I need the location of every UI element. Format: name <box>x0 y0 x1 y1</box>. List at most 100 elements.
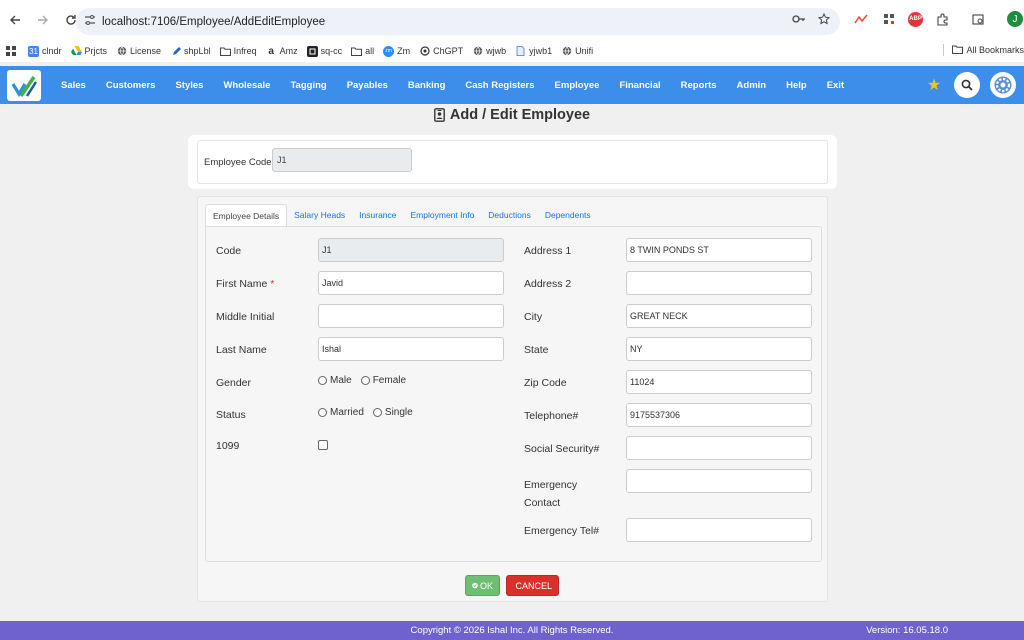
menu-financial[interactable]: Financial <box>619 80 660 91</box>
bookmark-all[interactable]: all <box>351 46 374 57</box>
bookmark-unifi[interactable]: Unifi <box>561 46 593 57</box>
site-info-icon[interactable] <box>84 14 96 29</box>
status-married-radio[interactable] <box>318 408 327 417</box>
main-menu: Sales Customers Styles Wholesale Tagging… <box>61 66 864 104</box>
last-name-input[interactable]: Ishal <box>318 337 504 361</box>
back-button[interactable] <box>2 7 28 33</box>
bookmark-chgpt[interactable]: ChGPT <box>419 46 463 57</box>
bookmark-amz[interactable]: a Amz <box>266 45 297 57</box>
emergency-tel-input[interactable] <box>626 518 812 542</box>
favorites-star-icon[interactable]: ★ <box>924 75 944 95</box>
gender-male-label: Male <box>330 375 352 386</box>
middle-initial-input[interactable] <box>318 304 504 328</box>
gender-female-radio[interactable] <box>360 376 370 385</box>
bookmark-shplbl[interactable]: shpLbl <box>170 46 211 57</box>
bookmark-sq-cc[interactable]: sq-cc <box>306 45 342 57</box>
extension-qr-icon[interactable] <box>880 10 898 28</box>
folder-icon <box>219 46 231 57</box>
menu-wholesale[interactable]: Wholesale <box>223 80 270 91</box>
gender-male-radio[interactable] <box>318 376 327 385</box>
forward-button[interactable] <box>30 7 56 33</box>
footer: Copyright © 2026 Ishal Inc. All Rights R… <box>0 621 1024 640</box>
zip-input[interactable]: 11024 <box>626 370 812 394</box>
tab-bar: Employee Details Salary Heads Insurance … <box>205 204 598 226</box>
openai-icon <box>419 46 430 57</box>
tab-insurance[interactable]: Insurance <box>352 204 403 226</box>
status-single-label: Single <box>384 407 413 418</box>
bookmark-star-icon[interactable] <box>817 12 831 28</box>
logo-icon <box>11 75 38 97</box>
status-married-label: Married <box>330 407 364 418</box>
tab-employment-info[interactable]: Employment Info <box>404 204 482 226</box>
form-actions: OK CANCEL <box>465 575 559 596</box>
bookmark-zm[interactable]: zm Zm <box>383 45 410 57</box>
square-icon <box>306 45 318 57</box>
check-circle-icon <box>472 582 478 589</box>
tab-employee-details[interactable]: Employee Details <box>205 204 288 226</box>
telephone-input[interactable]: 9175537306 <box>626 403 812 427</box>
employee-code-input[interactable]: J1 <box>272 148 412 172</box>
amazon-icon: a <box>268 45 274 57</box>
menu-banking[interactable]: Banking <box>408 80 445 91</box>
bookmark-license[interactable]: License <box>116 46 161 57</box>
bookmark-prjcts[interactable]: Prjcts <box>70 46 107 57</box>
menu-customers[interactable]: Customers <box>106 80 156 91</box>
menu-employee[interactable]: Employee <box>555 80 600 91</box>
telephone-label: Telephone# <box>524 410 579 422</box>
menu-payables[interactable]: Payables <box>347 80 388 91</box>
menu-sales[interactable]: Sales <box>61 80 86 91</box>
search-button[interactable] <box>954 72 980 98</box>
adblock-icon[interactable]: ABP <box>908 11 923 27</box>
bookmark-wjwb[interactable]: wjwb <box>472 46 506 57</box>
globe-icon <box>472 46 483 57</box>
all-bookmarks-folder[interactable]: All Bookmarks <box>943 44 1024 56</box>
status-radio-group: Married Single <box>318 407 422 418</box>
menu-reports[interactable]: Reports <box>681 80 717 91</box>
menu-cash-registers[interactable]: Cash Registers <box>465 80 534 91</box>
state-label: State <box>524 344 549 356</box>
key-icon[interactable] <box>792 13 806 28</box>
state-input[interactable]: NY <box>626 337 812 361</box>
arrow-left-icon <box>10 15 20 25</box>
ok-button-label: OK <box>479 580 493 591</box>
bookmark-yjwb1[interactable]: yjwb1 <box>515 46 552 57</box>
extension-chart-icon[interactable] <box>852 10 870 28</box>
city-input[interactable]: GREAT NECK <box>626 304 812 328</box>
menu-help[interactable]: Help <box>786 80 807 91</box>
address2-input[interactable] <box>626 271 812 295</box>
menu-admin[interactable]: Admin <box>737 80 767 91</box>
cancel-button[interactable]: CANCEL <box>506 575 559 596</box>
address1-input[interactable]: 8 TWIN PONDS ST <box>626 238 812 262</box>
status-single-radio[interactable] <box>372 408 382 417</box>
cancel-button-label: CANCEL <box>515 580 552 591</box>
ok-button[interactable]: OK <box>465 575 500 596</box>
extensions-puzzle-icon[interactable] <box>933 10 951 28</box>
menu-styles[interactable]: Styles <box>175 80 203 91</box>
zoom-icon: zm <box>383 45 395 57</box>
tab-search-icon[interactable] <box>969 10 987 28</box>
app-logo[interactable] <box>7 70 41 101</box>
tab-salary-heads[interactable]: Salary Heads <box>287 204 352 226</box>
menu-tagging[interactable]: Tagging <box>290 80 326 91</box>
gender-female-label: Female <box>372 375 407 386</box>
status-label: Status <box>216 409 246 421</box>
city-label: City <box>524 311 543 323</box>
form1099-checkbox[interactable] <box>318 440 328 450</box>
code-input[interactable]: J1 <box>318 238 504 262</box>
emergency-contact-input[interactable] <box>626 469 812 493</box>
emergency-contact-label: Emergency Contact <box>524 479 578 509</box>
address-bar[interactable]: localhost:7106/Employee/AddEditEmployee <box>76 8 840 35</box>
bookmark-clndr[interactable]: 31 clndr <box>28 45 62 57</box>
first-name-input[interactable]: Javid <box>318 271 504 295</box>
code-label: Code <box>216 245 242 257</box>
tab-deductions[interactable]: Deductions <box>481 204 538 226</box>
form1099-label: 1099 <box>216 440 240 452</box>
ssn-label: Social Security# <box>524 443 600 455</box>
tab-dependents[interactable]: Dependents <box>538 204 598 226</box>
ssn-input[interactable] <box>626 436 812 460</box>
settings-button[interactable] <box>990 72 1016 98</box>
apps-grid-icon[interactable] <box>6 46 16 56</box>
menu-exit[interactable]: Exit <box>827 80 844 91</box>
bookmark-infreq[interactable]: Infreq <box>219 46 257 57</box>
profile-avatar[interactable]: J <box>1007 11 1023 27</box>
